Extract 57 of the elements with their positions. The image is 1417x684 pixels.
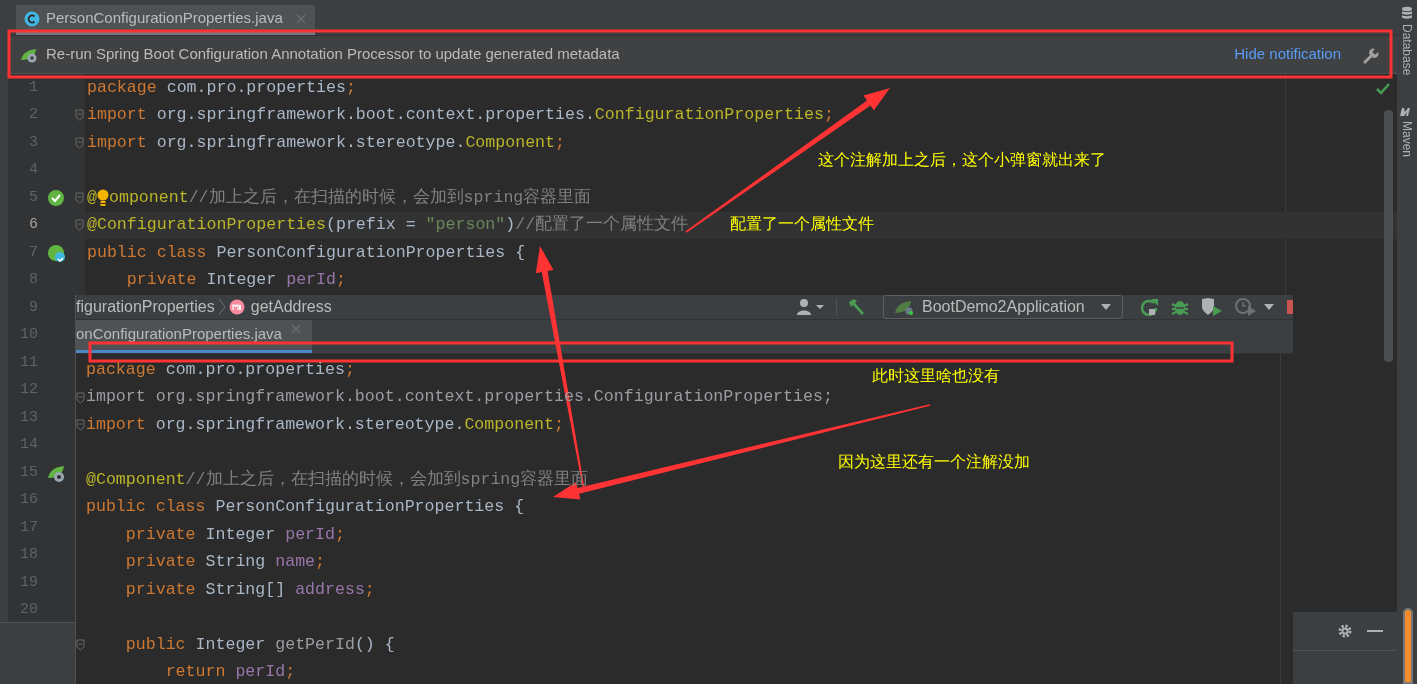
code-line: package com.pro.properties; [86,359,355,380]
hammer-icon[interactable] [847,298,867,316]
code-line: import org.springframework.boot.context.properties.ConfigurationProperties; [87,105,834,126]
code-line: private String[] address; [124,579,375,600]
lightbulb-icon[interactable] [96,187,109,208]
notification-text: Re-run Spring Boot Configuration Annotation Processor to update generated metadata [46,44,621,65]
bean-class-icon[interactable] [46,243,65,262]
code-line: return perId; [164,662,296,683]
leaf-gear-icon[interactable] [46,463,65,482]
tool-window-button[interactable]: Database [1398,6,1416,76]
code-line: omponent//加上之后，在扫描的时候，会加到spring容器里面 [108,187,592,208]
annotation-text: 此时这里啥也没有 [872,366,1000,386]
caret-icon[interactable] [1263,303,1275,311]
fold-marker-icon[interactable] [74,109,84,122]
file-tab[interactable]: PersonConfigurationProperties.java [16,5,315,35]
annotation-text: 这个注解加上之后，这个小弹窗就出来了 [818,150,1106,170]
code-line: private Integer perId; [124,524,345,545]
fold-marker-icon[interactable] [76,639,85,651]
class-icon [24,10,40,27]
tool-window-button[interactable]: Maven [1398,83,1416,158]
breadcrumb[interactable]: figurationProperties [76,295,215,319]
caret-icon [1100,303,1112,311]
code-line: public Integer getPerId() { [124,634,395,655]
code-line: private Integer perId; [125,270,346,291]
chevron-right-icon [216,297,227,317]
leaf-gear-icon [894,299,916,315]
fold-marker-icon[interactable] [74,191,84,204]
code-line: public class PersonConfigurationProperties { [86,497,525,518]
checkmark-icon [1375,82,1391,96]
method-icon [228,299,245,315]
fold-marker-icon[interactable] [74,219,84,232]
code-line: @ConfigurationProperties(prefix = "person")//配置了一个属性文件 [87,215,689,236]
fold-marker-icon[interactable] [76,419,85,431]
database-icon [1401,6,1413,20]
annotation-text: 配置了一个属性文件 [730,214,874,234]
code-line: public class PersonConfigurationProperties { [87,242,526,263]
scrollbar-thumb[interactable] [1384,110,1393,362]
fold-marker-icon[interactable] [76,391,85,404]
code-line: private String name; [124,552,326,573]
minimize-icon[interactable] [1367,629,1383,633]
rerun-icon[interactable] [1139,297,1159,317]
code-line: package com.pro.properties; [87,77,356,98]
annotation-text: 因为这里还有一个注解没加 [838,452,1030,472]
clock-run-icon[interactable] [1235,297,1257,317]
annotation-sign: @ [87,187,97,208]
hide-notification-link[interactable]: Hide notification [1234,43,1341,66]
breadcrumb[interactable]: getAddress [228,295,332,319]
run-configuration-dropdown[interactable]: BootDemo2Application [883,295,1123,319]
user-caret-icon[interactable] [796,298,826,316]
code-line: import org.springframework.stereotype.Component; [86,414,564,435]
shield-run-icon[interactable] [1201,297,1223,317]
scrollbar-thumb[interactable] [1403,608,1413,684]
settings-icon[interactable] [1337,623,1353,639]
bean-check-icon[interactable] [46,188,65,207]
code-line: import org.springframework.stereotype.Component; [87,132,565,153]
line-number: 6 [28,215,38,235]
fold-marker-icon[interactable] [74,136,84,149]
